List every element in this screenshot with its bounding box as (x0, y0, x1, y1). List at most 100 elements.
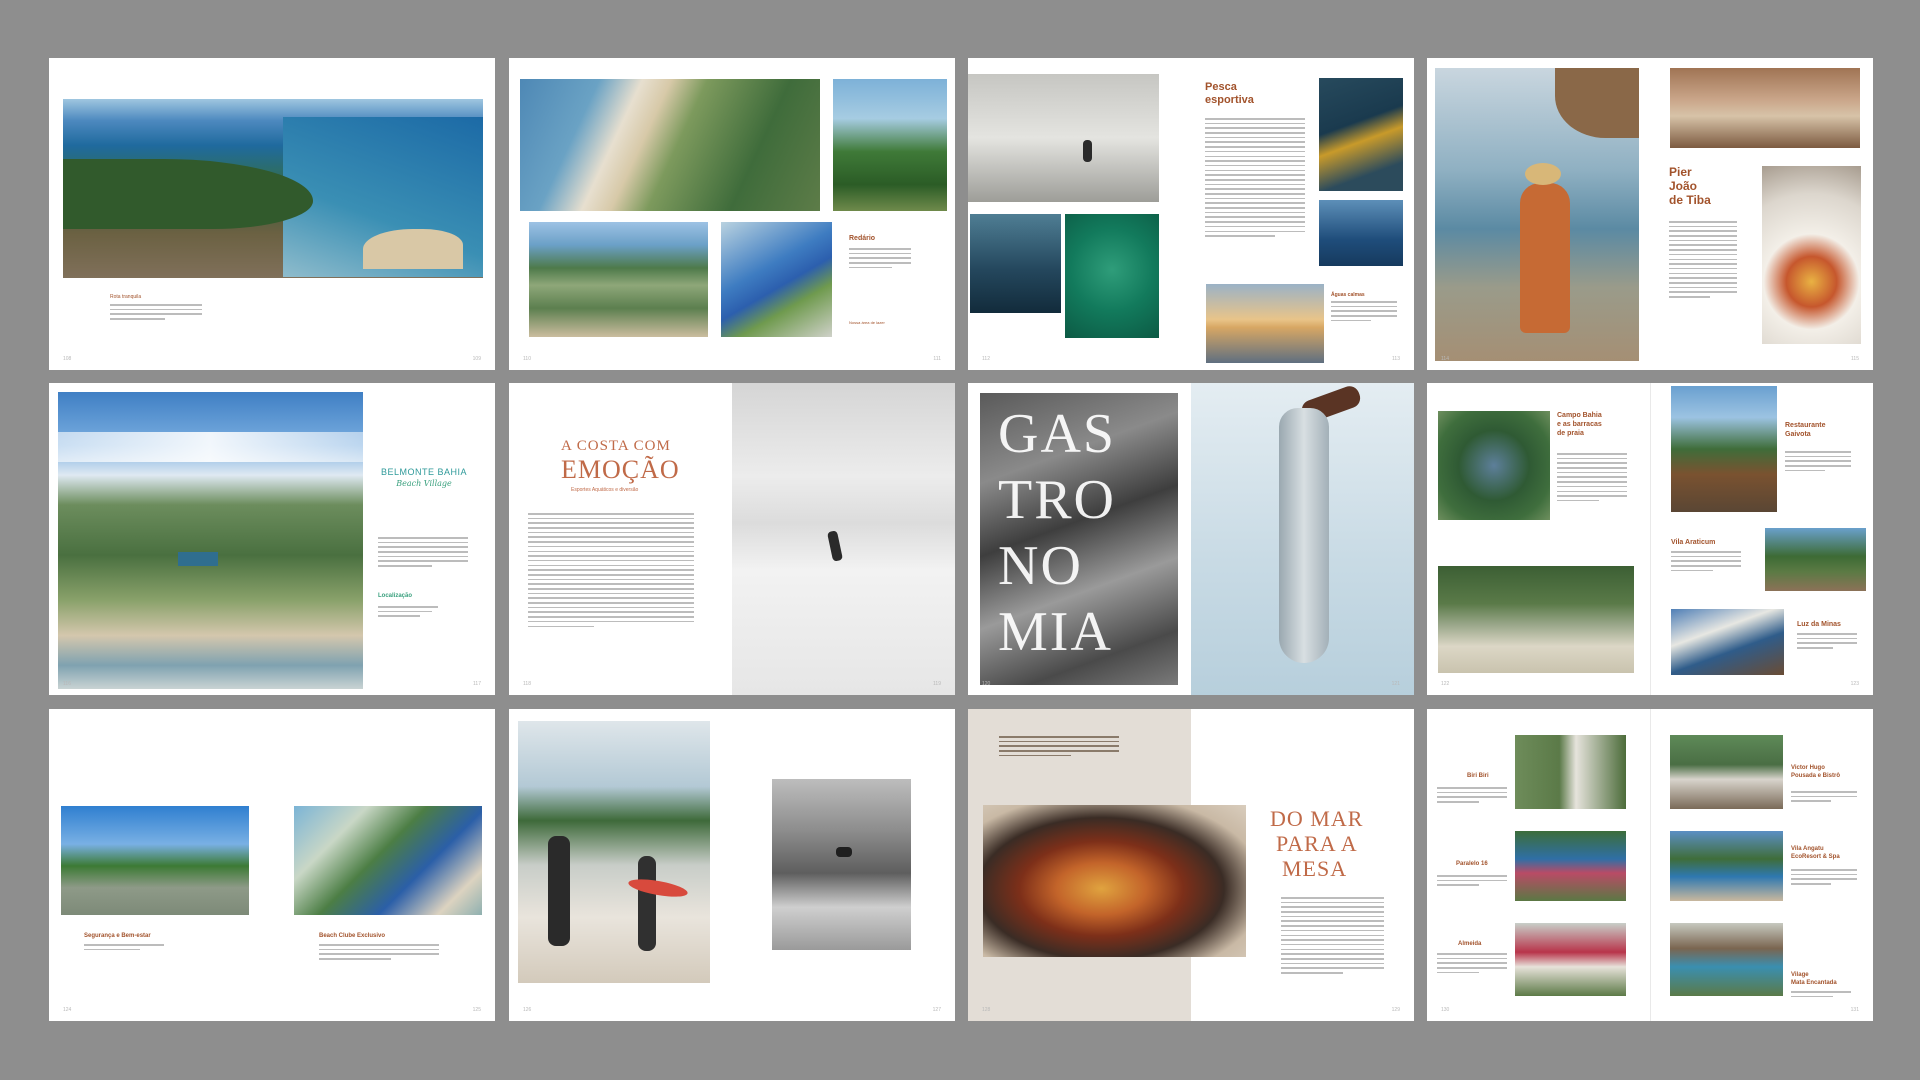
photo-pool-loungers (721, 222, 832, 337)
surfer-left (548, 836, 570, 946)
photo-hand-holding-fish (1191, 383, 1414, 695)
photo-luz-da-minas (1671, 609, 1784, 675)
caption-heading: Águas calmas (1331, 292, 1365, 298)
page-number-left: 118 (523, 681, 531, 687)
location-list (378, 606, 438, 620)
page-number-left: 108 (63, 356, 72, 362)
emocao-body-text (528, 513, 694, 630)
page-number-right: 119 (933, 681, 941, 687)
spread-do-mar-para-a-mesa: DO MAR PARA A MESA 128 129 (968, 709, 1414, 1021)
photo-entrance-palms (61, 806, 249, 915)
spread-resort-aerials: Redário Nossa área de lazer 110 111 (509, 58, 955, 370)
spread-security-beach-club: Segurança e Bem-estar Beach Clube Exclus… (49, 709, 495, 1021)
spread-sport-fishing: Pesca esportiva Águas calmas 112 113 (968, 58, 1414, 370)
spread-belmonte-bahia: BELMONTE BAHIA Beach Village Localização… (49, 383, 495, 695)
victor-hugo-text (1791, 791, 1857, 805)
page-number-left: 128 (982, 1007, 991, 1013)
photo-restaurant-interior (1670, 68, 1860, 148)
photo-coastline-aerial (520, 79, 820, 211)
page-number-right: 129 (1391, 1007, 1400, 1013)
caption-heading: Rota tranquila (110, 294, 142, 300)
gastronomia-line-2: TRO (998, 469, 1116, 531)
mesa-body-text (1281, 897, 1384, 977)
photo-fish-pile-bw: GAS TRO NO MIA (980, 393, 1178, 685)
vila-angatu-text (1791, 869, 1857, 888)
photo-fishing-reel (1319, 78, 1403, 191)
photo-beach-runner-bw (732, 383, 955, 695)
kitesurfer-silhouette (1083, 140, 1092, 162)
page-number-right: 127 (932, 1007, 941, 1013)
gastronomia-line-3: NO (998, 535, 1083, 597)
logo-main-text: BELMONTE BAHIA (380, 467, 468, 477)
belmonte-logo: BELMONTE BAHIA Beach Village (379, 467, 469, 488)
almeida-heading: Almeida (1458, 941, 1482, 947)
caption-left: Segurança e Bem-estar (84, 933, 151, 939)
photo-surfer-wave-bw (772, 779, 911, 950)
biri-biri-heading: Biri Biri (1467, 773, 1489, 779)
vila-araticum-text (1671, 551, 1741, 574)
caption-heading: Redário (849, 235, 876, 242)
surfer-right (638, 856, 656, 951)
fish-shape (1279, 408, 1329, 663)
runner-silhouette (826, 530, 844, 562)
fishing-body-text (1205, 118, 1305, 240)
photo-dish-and-wine (1762, 166, 1861, 344)
caption-right: Beach Clube Exclusivo (319, 933, 386, 939)
caption-text (1331, 301, 1397, 324)
page-number-right: 109 (472, 356, 481, 362)
forest-island (63, 159, 313, 229)
photo-underwater-diver (970, 214, 1061, 313)
page-number-left: 116 (63, 681, 71, 687)
paralelo-heading: Paralelo 16 (1456, 861, 1488, 867)
page-number-left: 120 (982, 681, 991, 687)
photo-almeida (1515, 923, 1626, 996)
photo-palm-trees (833, 79, 947, 211)
mesa-title-line1: DO MAR (1270, 806, 1364, 831)
photo-beach-tents (1438, 566, 1634, 673)
photo-river-mouth-aerial (63, 99, 483, 278)
mata-encantada-text (1791, 991, 1851, 1000)
page-number-right: 111 (933, 356, 941, 362)
photo-surfers-on-beach (518, 721, 710, 983)
caption-left-text (84, 944, 164, 953)
biri-biri-text (1437, 787, 1507, 806)
luz-da-minas-text (1797, 633, 1857, 652)
spread-restaurants-guide: Campo Bahia e as barracas de praia Resta… (1427, 383, 1873, 695)
emocao-subtitle: Esportes Aquáticos e diversão (571, 487, 639, 493)
gastronomia-word: GAS TRO NO MIA (998, 401, 1116, 665)
gastronomia-line-1: GAS (998, 403, 1117, 465)
emocao-title-line2: EMOÇÃO (561, 455, 680, 484)
campo-bahia-text (1557, 453, 1627, 505)
location-heading: Localização (378, 593, 413, 599)
page-number-right: 123 (1850, 681, 1859, 687)
pier-title: Pier João de Tiba (1669, 165, 1711, 207)
page-number-left: 110 (523, 356, 531, 362)
logo-script-text: Beach Village (396, 479, 452, 488)
page-divider (1650, 709, 1651, 1021)
page-number-right: 117 (473, 681, 481, 687)
sand-bar (363, 229, 463, 269)
photo-campo-bahia-aerial (1438, 411, 1550, 520)
pier-body-text (1669, 221, 1737, 301)
page-number-left: 126 (523, 1007, 532, 1013)
gaivota-text (1785, 451, 1851, 474)
footer-note: Nossa área de lazer (849, 320, 885, 325)
photo-restaurante-gaivota (1671, 386, 1777, 512)
spread-aerial-river: Rota tranquila 108 109 (49, 58, 495, 370)
photo-vilage-mata-encantada (1670, 923, 1783, 996)
photo-kitesurfer-bw (968, 74, 1159, 202)
mesa-title-line3: MESA (1282, 856, 1348, 881)
spread-restaurants-list: Biri Biri Paralelo 16 Almeida Victor Hug… (1427, 709, 1873, 1021)
caption-text (110, 304, 202, 323)
mata-encantada-heading: Vilage Mata Encantada (1791, 972, 1837, 986)
campo-bahia-heading: Campo Bahia e as barracas de praia (1557, 412, 1602, 437)
clubhouse-building (178, 552, 218, 566)
spread-costa-com-emocao: A COSTA COM EMOÇÃO Esportes Aquáticos e … (509, 383, 955, 695)
photo-lots-aerial (529, 222, 708, 337)
woman-dress (1520, 183, 1570, 333)
vila-angatu-heading: Vila Angatu EcoResort & Spa (1791, 846, 1840, 860)
luz-da-minas-heading: Luz da Minas (1797, 621, 1841, 628)
photo-sunset-boat (1206, 284, 1324, 363)
page-number-right: 121 (1391, 681, 1400, 687)
page-number-left: 130 (1441, 1007, 1450, 1013)
